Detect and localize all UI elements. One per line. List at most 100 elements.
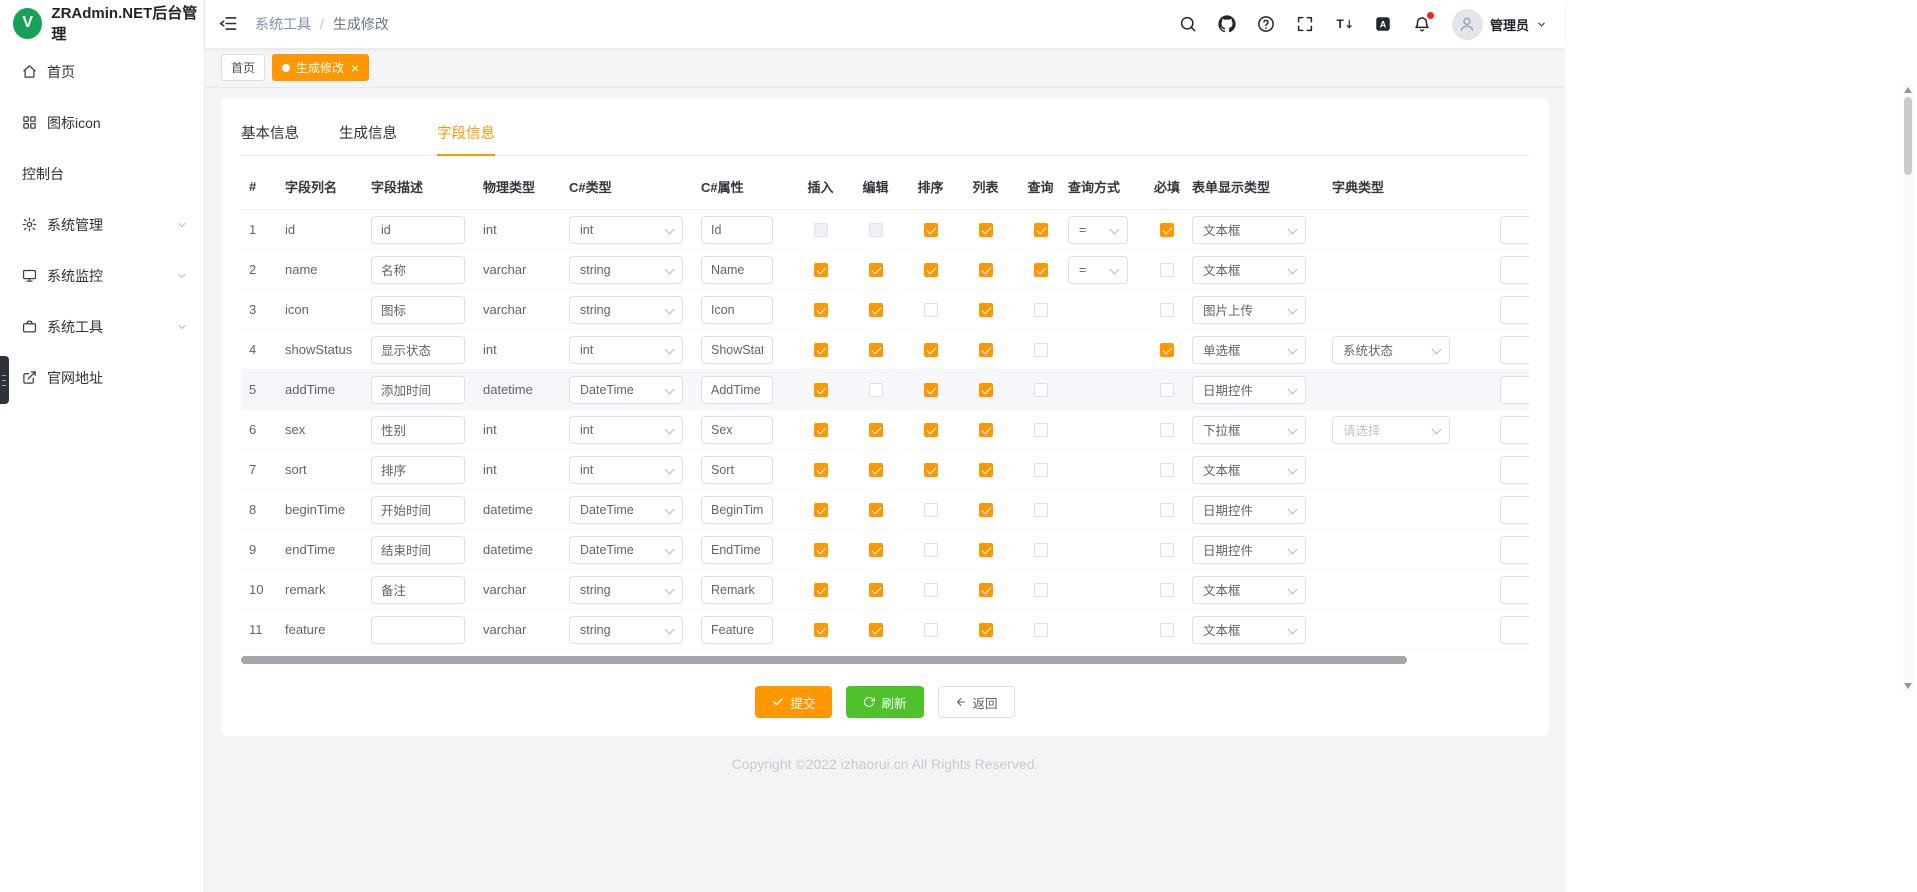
display-type-select[interactable]: 图片上传 — [1192, 296, 1306, 324]
settings-drawer-handle[interactable] — [0, 356, 9, 404]
csharp-type-select[interactable]: int — [569, 456, 683, 484]
csharp-type-select[interactable]: string — [569, 616, 683, 644]
column-description-input[interactable] — [371, 256, 465, 284]
insert-checkbox[interactable] — [814, 423, 828, 437]
list-checkbox[interactable] — [979, 463, 993, 477]
display-type-select[interactable]: 文本框 — [1192, 616, 1306, 644]
display-type-select[interactable]: 日期控件 — [1192, 536, 1306, 564]
csharp-type-select[interactable]: string — [569, 576, 683, 604]
overflow-input[interactable] — [1500, 456, 1529, 484]
required-checkbox[interactable] — [1160, 343, 1174, 357]
submit-button[interactable]: 提交 — [755, 686, 832, 718]
column-description-input[interactable] — [371, 456, 465, 484]
list-checkbox[interactable] — [979, 263, 993, 277]
display-type-select[interactable]: 文本框 — [1192, 576, 1306, 604]
csharp-property-input[interactable] — [701, 416, 773, 444]
column-description-input[interactable] — [371, 216, 465, 244]
query-checkbox[interactable] — [1034, 303, 1048, 317]
csharp-property-input[interactable] — [701, 376, 773, 404]
horizontal-scrollbar-thumb[interactable] — [241, 656, 1407, 664]
required-checkbox[interactable] — [1160, 223, 1174, 237]
overflow-input[interactable] — [1500, 616, 1529, 644]
csharp-property-input[interactable] — [701, 496, 773, 524]
tag-item[interactable]: 生成修改× — [272, 54, 369, 81]
query-checkbox[interactable] — [1034, 463, 1048, 477]
required-checkbox[interactable] — [1160, 583, 1174, 597]
tab-基本信息[interactable]: 基本信息 — [241, 118, 299, 155]
csharp-property-input[interactable] — [701, 576, 773, 604]
refresh-button[interactable]: 刷新 — [846, 686, 923, 718]
csharp-property-input[interactable] — [701, 296, 773, 324]
edit-checkbox[interactable] — [869, 223, 883, 237]
sort-checkbox[interactable] — [924, 383, 938, 397]
sidebar-item-system-admin[interactable]: 系统管理 — [0, 199, 204, 250]
sort-checkbox[interactable] — [924, 343, 938, 357]
csharp-property-input[interactable] — [701, 616, 773, 644]
sort-checkbox[interactable] — [924, 623, 938, 637]
edit-checkbox[interactable] — [869, 583, 883, 597]
sort-checkbox[interactable] — [924, 223, 938, 237]
required-checkbox[interactable] — [1160, 463, 1174, 477]
insert-checkbox[interactable] — [814, 263, 828, 277]
column-description-input[interactable] — [371, 296, 465, 324]
edit-checkbox[interactable] — [869, 343, 883, 357]
overflow-input[interactable] — [1500, 496, 1529, 524]
overflow-input[interactable] — [1500, 376, 1529, 404]
column-description-input[interactable] — [371, 336, 465, 364]
query-checkbox[interactable] — [1034, 503, 1048, 517]
list-checkbox[interactable] — [979, 223, 993, 237]
language-icon[interactable]: A — [1374, 15, 1392, 33]
close-icon[interactable]: × — [351, 61, 359, 75]
display-type-select[interactable]: 文本框 — [1192, 456, 1306, 484]
list-checkbox[interactable] — [979, 423, 993, 437]
query-checkbox[interactable] — [1034, 263, 1048, 277]
tag-item[interactable]: 首页 — [221, 54, 265, 81]
github-icon[interactable] — [1218, 15, 1236, 33]
vertical-scrollbar-thumb[interactable] — [1904, 97, 1912, 175]
sort-checkbox[interactable] — [924, 303, 938, 317]
tab-生成信息[interactable]: 生成信息 — [339, 118, 397, 155]
column-description-input[interactable] — [371, 376, 465, 404]
list-checkbox[interactable] — [979, 583, 993, 597]
overflow-input[interactable] — [1500, 336, 1529, 364]
csharp-type-select[interactable]: string — [569, 296, 683, 324]
sidebar-item-system-tools[interactable]: 系统工具 — [0, 301, 204, 352]
overflow-input[interactable] — [1500, 536, 1529, 564]
sidebar-item-console[interactable]: 控制台 — [0, 148, 204, 199]
edit-checkbox[interactable] — [869, 303, 883, 317]
edit-checkbox[interactable] — [869, 543, 883, 557]
csharp-type-select[interactable]: int — [569, 216, 683, 244]
insert-checkbox[interactable] — [814, 503, 828, 517]
list-checkbox[interactable] — [979, 623, 993, 637]
dict-type-select[interactable]: 系统状态 — [1332, 336, 1450, 364]
required-checkbox[interactable] — [1160, 263, 1174, 277]
csharp-property-input[interactable] — [701, 216, 773, 244]
user-menu[interactable]: 管理员 — [1452, 9, 1547, 40]
query-checkbox[interactable] — [1034, 223, 1048, 237]
insert-checkbox[interactable] — [814, 543, 828, 557]
csharp-type-select[interactable]: int — [569, 336, 683, 364]
required-checkbox[interactable] — [1160, 503, 1174, 517]
insert-checkbox[interactable] — [814, 583, 828, 597]
display-type-select[interactable]: 下拉框 — [1192, 416, 1306, 444]
required-checkbox[interactable] — [1160, 623, 1174, 637]
column-description-input[interactable] — [371, 536, 465, 564]
query-checkbox[interactable] — [1034, 383, 1048, 397]
csharp-type-select[interactable]: DateTime — [569, 536, 683, 564]
list-checkbox[interactable] — [979, 503, 993, 517]
required-checkbox[interactable] — [1160, 423, 1174, 437]
dict-type-select[interactable]: 请选择 — [1332, 416, 1450, 444]
query-checkbox[interactable] — [1034, 343, 1048, 357]
font-size-icon[interactable]: T — [1335, 15, 1353, 33]
query-checkbox[interactable] — [1034, 623, 1048, 637]
tab-字段信息[interactable]: 字段信息 — [437, 118, 495, 155]
insert-checkbox[interactable] — [814, 623, 828, 637]
insert-checkbox[interactable] — [814, 463, 828, 477]
insert-checkbox[interactable] — [814, 383, 828, 397]
column-description-input[interactable] — [371, 576, 465, 604]
csharp-type-select[interactable]: DateTime — [569, 376, 683, 404]
sidebar-item-home[interactable]: 首页 — [0, 46, 204, 97]
fullscreen-icon[interactable] — [1296, 15, 1314, 33]
required-checkbox[interactable] — [1160, 383, 1174, 397]
help-icon[interactable] — [1257, 15, 1275, 33]
